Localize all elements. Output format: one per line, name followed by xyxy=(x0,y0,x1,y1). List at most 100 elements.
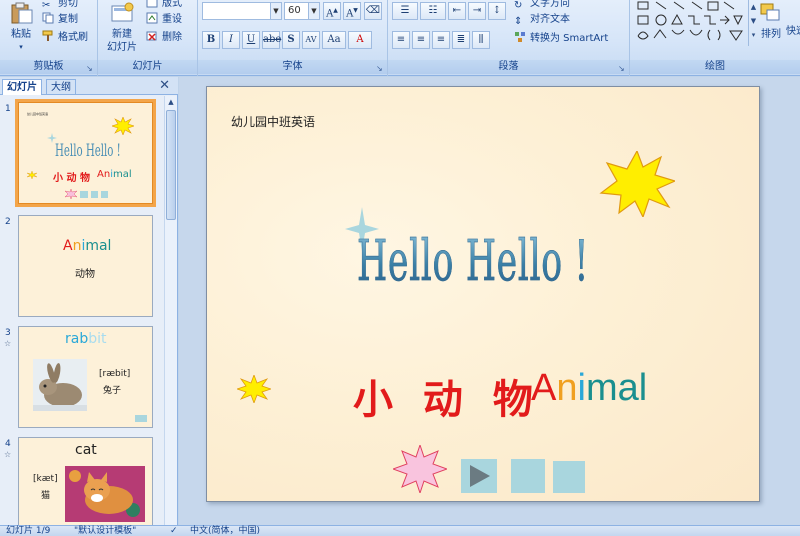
small-burst-icon[interactable] xyxy=(237,375,271,403)
justify-icon: ≣ xyxy=(456,34,466,45)
italic-button[interactable]: I xyxy=(222,31,240,49)
format-painter-button[interactable]: 格式刷 xyxy=(42,30,88,46)
line-spacing-button[interactable]: ↕ xyxy=(488,2,506,20)
thumb-letters-mal: mal xyxy=(85,238,112,254)
chinese-title[interactable]: 小 动 物 xyxy=(353,367,541,425)
font-color-button[interactable]: A xyxy=(348,31,372,49)
align-text-button[interactable]: ⇕ 对齐文本 xyxy=(514,12,570,28)
thumb-cn-word: 兔子 xyxy=(103,386,122,396)
bullet-list-icon: ☰ xyxy=(400,5,410,16)
align-right-button[interactable]: ≡ xyxy=(432,31,450,49)
eraser-icon: ⌫ xyxy=(365,5,381,16)
increase-indent-button[interactable]: ⇥ xyxy=(468,2,486,20)
line-spacing-icon: ↕ xyxy=(492,5,502,16)
slides-group: 新建 幻灯片 版式 重设 删除 幻灯片 xyxy=(98,0,198,76)
dialog-launcher-icon[interactable]: ↘ xyxy=(86,65,94,73)
paste-label: 粘贴 xyxy=(11,29,31,40)
slides-group-label: 幻灯片 xyxy=(98,60,197,74)
smartart-button[interactable]: 转换为 SmartArt xyxy=(514,31,608,47)
font-format-row: B I U abe S AV Aa A xyxy=(202,31,372,49)
animation-star-icon: ☆ xyxy=(4,339,12,348)
scroll-up-icon[interactable]: ▲ xyxy=(165,96,177,109)
strikethrough-button[interactable]: abe xyxy=(262,31,281,49)
cut-label: 剪切 xyxy=(58,0,78,9)
thumb-rabbit-word: rabbit xyxy=(65,331,107,347)
tab-slides[interactable]: 幻灯片 xyxy=(2,79,42,95)
nav-button-3[interactable] xyxy=(553,461,585,493)
shrink-font-button[interactable]: A▼ xyxy=(343,2,361,20)
bold-button[interactable]: B xyxy=(202,31,220,49)
arrange-button[interactable]: 排列 xyxy=(758,2,784,41)
copy-button[interactable]: 复制 xyxy=(42,12,78,28)
current-slide[interactable]: 幼儿园中班英语 Hello Hello ! 小 动 物 Animal xyxy=(206,86,760,502)
layout-button[interactable]: 版式 xyxy=(146,0,182,12)
bullets-button[interactable]: ☰ xyxy=(392,2,418,20)
chevron-down-icon: ▼ xyxy=(308,3,319,19)
change-case-button[interactable]: Aa xyxy=(322,31,346,49)
new-slide-button[interactable]: 新建 幻灯片 xyxy=(102,2,142,54)
language[interactable]: 中文(简体，中国) xyxy=(190,526,260,536)
cut-button[interactable]: ✂ 剪切 xyxy=(42,0,78,12)
sun-burst-icon[interactable] xyxy=(599,151,675,217)
arrange-label: 排列 xyxy=(761,29,781,40)
text-direction-label: 文字方向 xyxy=(530,0,570,9)
text-direction-button[interactable]: ↻ 文字方向 xyxy=(514,0,570,12)
theme-name[interactable]: "默认设计模板" xyxy=(74,526,136,536)
drawing-group-label: 绘图 xyxy=(630,60,800,74)
delete-slide-button[interactable]: 删除 xyxy=(146,30,182,46)
thumbnail-scrollbar[interactable]: ▲ xyxy=(164,96,177,525)
font-size-combo[interactable]: 60 ▼ xyxy=(284,2,320,20)
numbered-list-icon: ☷ xyxy=(428,5,438,16)
clear-format-button[interactable]: ⌫ xyxy=(364,2,382,20)
align-left-button[interactable]: ≡ xyxy=(392,31,410,49)
thumb-en-an: An xyxy=(97,169,111,180)
columns-button[interactable]: ⫼ xyxy=(472,31,490,49)
dialog-launcher-icon[interactable]: ↘ xyxy=(618,65,626,73)
slide-subtitle[interactable]: 幼儿园中班英语 xyxy=(231,113,315,130)
letter-n: n xyxy=(556,367,578,409)
delete-label: 删除 xyxy=(162,32,182,43)
paste-button[interactable]: 粘贴 ▾ xyxy=(6,2,36,54)
thumb-phonetic: [kæt] xyxy=(33,474,58,484)
cat-image xyxy=(65,466,145,522)
quick-styles-button[interactable]: 快速 xyxy=(786,24,800,40)
small-burst-icon xyxy=(27,171,37,179)
slide-thumbnail-2[interactable]: Animal 动物 xyxy=(18,215,153,317)
play-button[interactable] xyxy=(461,459,497,493)
letters-mal: mal xyxy=(585,367,648,409)
font-name-combo[interactable]: ▼ xyxy=(202,2,282,20)
gallery-scroll[interactable]: ▲ ▼ ▾ xyxy=(748,0,758,46)
char-spacing-button[interactable]: AV xyxy=(302,31,320,49)
list-row: ☰ ☷ ⇤ ⇥ ↕ xyxy=(392,2,506,20)
align-center-icon: ≡ xyxy=(416,34,426,45)
slide-thumbnail-1[interactable]: 幼儿园中班英语 Hello Hello ! 小 动 物 Animal xyxy=(15,99,156,207)
thumb-en-title: Animal xyxy=(97,169,132,180)
shadow-button[interactable]: S xyxy=(282,31,300,49)
layout-label: 版式 xyxy=(162,0,182,9)
align-center-button[interactable]: ≡ xyxy=(412,31,430,49)
slide-thumbnail-4[interactable]: cat [kæt] 猫 xyxy=(18,437,153,525)
dialog-launcher-icon[interactable]: ↘ xyxy=(376,65,384,73)
spellcheck-icon[interactable]: ✓ xyxy=(170,526,178,536)
thumb-cn-word: 动物 xyxy=(75,269,95,280)
scroll-thumb[interactable] xyxy=(166,110,176,220)
chevron-down-icon: ▼ xyxy=(270,3,281,19)
numbering-button[interactable]: ☷ xyxy=(420,2,446,20)
shapes-gallery[interactable] xyxy=(634,0,746,46)
slide-number: 2 xyxy=(5,217,11,227)
grow-font-button[interactable]: A▲ xyxy=(323,2,341,20)
new-slide-label-1: 新建 xyxy=(112,29,132,40)
pink-burst-icon[interactable] xyxy=(393,445,447,493)
close-icon[interactable]: ✕ xyxy=(159,78,170,93)
slide-thumbnail-3[interactable]: rabbit [ræbit] 兔子 xyxy=(18,326,153,428)
english-title[interactable]: Animal xyxy=(531,367,647,410)
outdent-icon: ⇤ xyxy=(452,5,462,16)
hello-wordart[interactable]: Hello Hello ! xyxy=(357,229,589,295)
underline-button[interactable]: U xyxy=(242,31,260,49)
reset-button[interactable]: 重设 xyxy=(146,12,182,28)
slides-pane: 幻灯片 大纲 ✕ 1 幼儿园中班英语 Hello Hello ! 小 动 物 A… xyxy=(0,77,178,525)
nav-button-2[interactable] xyxy=(511,459,545,493)
tab-outline[interactable]: 大纲 xyxy=(46,79,76,95)
decrease-indent-button[interactable]: ⇤ xyxy=(448,2,466,20)
justify-button[interactable]: ≣ xyxy=(452,31,470,49)
